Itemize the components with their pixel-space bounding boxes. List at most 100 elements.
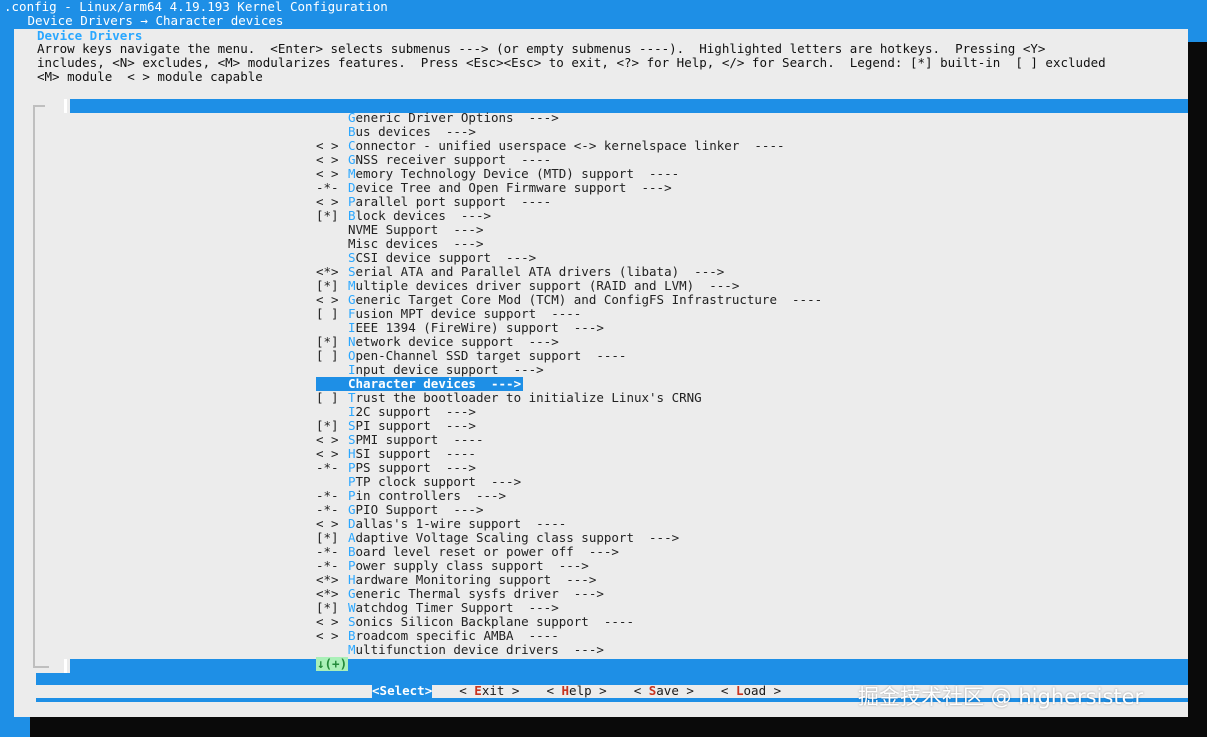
menu-item[interactable]: Generic Driver Options ---> <box>316 111 822 125</box>
menu-item-state: -*- <box>316 180 347 195</box>
button-hotkey: H <box>561 683 570 698</box>
menu-item[interactable]: -*- GPIO Support ---> <box>316 503 822 517</box>
menu-item-label: onnector - unified userspace <-> kernels… <box>355 138 785 153</box>
menu-item-selected[interactable]: Character devices ---> <box>316 377 524 391</box>
breadcrumb: Device Drivers → Character devices <box>20 13 284 28</box>
menu-item-hotkey: S <box>348 614 356 629</box>
menu-item[interactable]: I2C support ---> <box>316 405 822 419</box>
menu-item-state <box>316 363 348 377</box>
menu-item-state <box>316 405 348 419</box>
menu-item[interactable]: -*- Board level reset or power off ---> <box>316 545 822 559</box>
menu-item[interactable]: <*> Generic Thermal sysfs driver ---> <box>316 587 822 601</box>
menu-item[interactable]: NVME Support ---> <box>316 223 822 237</box>
menu-item-hotkey: B <box>348 208 356 223</box>
menu-item-label: onics Silicon Backplane support ---- <box>355 614 634 629</box>
button-label: < <box>546 683 562 698</box>
menu-item[interactable]: [ ] Open-Channel SSD target support ---- <box>316 349 822 363</box>
menu-item[interactable]: -*- Power supply class support ---> <box>316 559 822 573</box>
menu-item[interactable]: < > Sonics Silicon Backplane support ---… <box>316 615 822 629</box>
menu-item-state: < > <box>316 138 347 153</box>
button-select[interactable]: <Select> <box>372 683 433 698</box>
menu-item-state: < > <box>316 516 347 531</box>
button-label: ave > <box>656 683 694 698</box>
menu-item[interactable]: IEEE 1394 (FireWire) support ---> <box>316 321 822 335</box>
button-label: < <box>372 683 380 698</box>
button-load[interactable]: < Load > <box>721 684 781 698</box>
menu-item[interactable]: [*] Block devices ---> <box>316 209 822 223</box>
menu-item-label: oard level reset or power off ---> <box>355 544 619 559</box>
menu-item-state: [*] <box>316 418 347 433</box>
button-label: elect> <box>387 683 433 698</box>
menu-item-label: usion MPT device support ---- <box>355 306 582 321</box>
menu-item-hotkey: F <box>348 306 356 321</box>
menu-item-state: <*> <box>316 572 347 587</box>
menu-frame-left <box>33 105 35 668</box>
button-help[interactable]: < Help > <box>546 684 606 698</box>
menu-item[interactable]: SCSI device support ---> <box>316 251 822 265</box>
menu-item-hotkey: M <box>348 166 356 181</box>
menu-item[interactable]: -*- PPS support ---> <box>316 461 822 475</box>
menu-item-label: us devices ---> <box>355 124 476 139</box>
menu-item-label: eneric Driver Options ---> <box>355 110 559 125</box>
menu-item-label: atchdog Timer Support ---> <box>355 600 559 615</box>
menu-item[interactable]: < > SPMI support ---- <box>316 433 822 447</box>
menu-item-hotkey: B <box>348 124 356 139</box>
menu-item-state <box>316 111 348 125</box>
menu-item-label: in controllers ---> <box>355 488 507 503</box>
menu-item[interactable]: <*> Serial ATA and Parallel ATA drivers … <box>316 265 822 279</box>
menu-item[interactable]: < > Memory Technology Device (MTD) suppo… <box>316 167 822 181</box>
button-exit[interactable]: < Exit > <box>459 684 519 698</box>
menu-item-state <box>316 475 348 489</box>
menu-item-state <box>316 643 348 657</box>
menu-item[interactable]: [ ] Fusion MPT device support ---- <box>316 307 822 321</box>
menu-item[interactable]: -*- Pin controllers ---> <box>316 489 822 503</box>
menu-item-state: < > <box>316 194 347 209</box>
menu-item-label: emory Technology Device (MTD) support --… <box>355 166 680 181</box>
menu-item[interactable]: Misc devices ---> <box>316 237 822 251</box>
menu-item-hotkey: M <box>348 642 356 657</box>
help-text: Arrow keys navigate the menu. <Enter> se… <box>37 42 1106 84</box>
menu-item[interactable]: < > Connector - unified userspace <-> ke… <box>316 139 822 153</box>
menu-item-hotkey: B <box>348 628 356 643</box>
menu-item[interactable]: < > Generic Target Core Mod (TCM) and Co… <box>316 293 822 307</box>
menu-item[interactable]: [ ] Trust the bootloader to initialize L… <box>316 391 822 405</box>
menu-item[interactable]: Bus devices ---> <box>316 125 822 139</box>
menu-item-state: [*] <box>316 208 347 223</box>
menu-item-state: [*] <box>316 530 347 545</box>
menu-item[interactable]: < > HSI support ---- <box>316 447 822 461</box>
menu-item-state: [*] <box>316 600 347 615</box>
scroll-more-indicator[interactable]: ↓(+) <box>316 657 349 671</box>
menu-item-state <box>316 125 348 139</box>
menu-item-state: < > <box>316 446 347 461</box>
menu-item[interactable]: -*- Device Tree and Open Firmware suppor… <box>316 181 822 195</box>
menu-item[interactable]: [*] Adaptive Voltage Scaling class suppo… <box>316 531 822 545</box>
menu-item[interactable]: [*] Watchdog Timer Support ---> <box>316 601 822 615</box>
menu-item-state: -*- <box>316 544 347 559</box>
menu-item-hotkey: P <box>348 488 356 503</box>
menu-item[interactable]: [*] Network device support ---> <box>316 335 822 349</box>
menu-item-label: isc devices ---> <box>355 236 484 251</box>
watermark: 掘金技术社区 @ highersister <box>858 685 1144 709</box>
menu-item[interactable]: PTP clock support ---> <box>316 475 822 489</box>
menu-item[interactable]: Multifunction device drivers ---> <box>316 643 822 657</box>
menu-item-label: 2C support ---> <box>355 404 476 419</box>
menu-item-label: eneric Thermal sysfs driver ---> <box>355 586 604 601</box>
menu-item-label: erial ATA and Parallel ATA drivers (liba… <box>355 264 725 279</box>
menu-item-hotkey: G <box>348 110 356 125</box>
menu-item-hotkey: C <box>348 138 356 153</box>
menu-item-hotkey: G <box>348 586 356 601</box>
menu-item[interactable]: < > Dallas's 1-wire support ---- <box>316 517 822 531</box>
menu-item[interactable]: < > Broadcom specific AMBA ---- <box>316 629 822 643</box>
menu-item[interactable]: < > Parallel port support ---- <box>316 195 822 209</box>
menu-item-hotkey: G <box>348 502 356 517</box>
menu-item[interactable]: [*] SPI support ---> <box>316 419 822 433</box>
menu-item[interactable]: < > GNSS receiver support ---- <box>316 153 822 167</box>
menu-item-label: allas's 1-wire support ---- <box>355 516 567 531</box>
menu-item-hotkey: I <box>348 320 356 335</box>
menu-item[interactable]: <*> Hardware Monitoring support ---> <box>316 573 822 587</box>
button-save[interactable]: < Save > <box>634 684 694 698</box>
menu-item-state: [ ] <box>316 348 347 363</box>
menu-item[interactable]: [*] Multiple devices driver support (RAI… <box>316 279 822 293</box>
menu-item[interactable]: Input device support ---> <box>316 363 822 377</box>
menu-item-hotkey: G <box>348 292 356 307</box>
